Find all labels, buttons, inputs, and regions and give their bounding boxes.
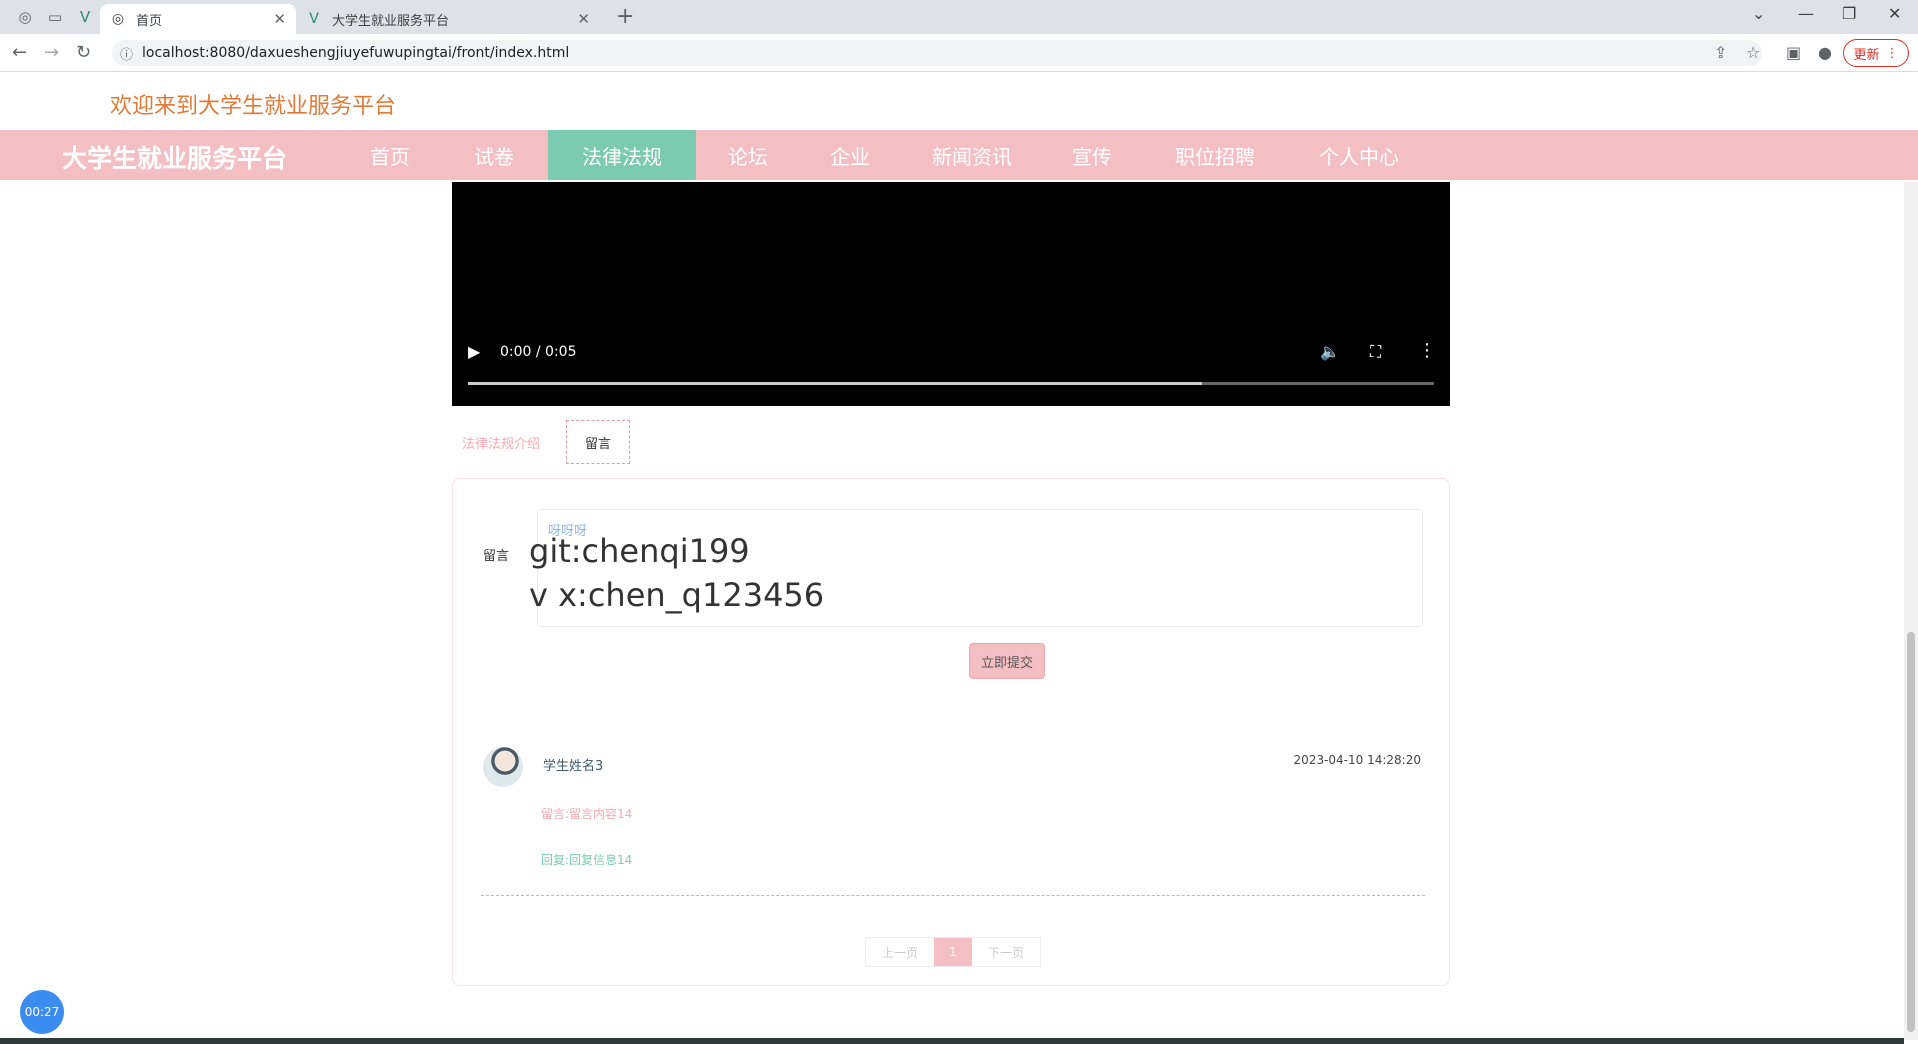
more-options-icon[interactable]: ⋮ (1418, 340, 1436, 361)
recording-timer-badge[interactable]: 00:27 (20, 990, 64, 1034)
nav-item-home[interactable]: 首页 (356, 130, 424, 180)
brand-title[interactable]: 大学生就业服务平台 (62, 139, 287, 175)
nav-item-company[interactable]: 企业 (816, 130, 884, 180)
detail-tabs: 法律法规介绍 留言 (452, 420, 1450, 464)
close-icon[interactable]: ✕ (577, 10, 590, 28)
divider (481, 895, 1425, 896)
sidepanel-icon[interactable]: ▣ (1786, 43, 1801, 62)
tab-search-icon[interactable]: ⌄ (1752, 4, 1765, 23)
video-time: 0:00 / 0:05 (500, 344, 577, 360)
bottom-strip (0, 1038, 1904, 1044)
fullscreen-icon[interactable]: ⛶ (1370, 342, 1381, 362)
overlay-line-2: v x:chen_q123456 (529, 576, 825, 614)
globe-icon: ◎ (111, 11, 125, 27)
update-label: 更新 (1853, 47, 1880, 63)
blank-tab-icon[interactable]: ▭ (40, 4, 70, 30)
tab-comments[interactable]: 留言 (566, 420, 630, 464)
nav-item-news[interactable]: 新闻资讯 (920, 130, 1024, 180)
pagination: 上一页 1 下一页 (865, 937, 1041, 967)
vue-logo-icon: V (309, 11, 319, 27)
nav-item-exam[interactable]: 试卷 (460, 130, 528, 180)
tab-title: 首页 (136, 13, 163, 29)
scrollbar-thumb[interactable] (1907, 632, 1915, 1032)
overlay-line-1: git:chenqi199 (529, 532, 750, 570)
star-icon[interactable]: ☆ (1746, 43, 1760, 62)
video-progress-bar[interactable] (468, 382, 1434, 385)
back-icon[interactable]: ← (12, 42, 27, 63)
comment-content: 留言:留言内容14 (541, 807, 633, 821)
tab-law-intro[interactable]: 法律法规介绍 (462, 420, 540, 464)
main-navbar: 大学生就业服务平台 首页 试卷 法律法规 论坛 企业 新闻资讯 宣传 职位招聘 … (0, 130, 1918, 180)
vue-logo-icon[interactable]: V (70, 4, 100, 30)
comment-panel: 留言 呀呀呀 git:chenqi199 v x:chen_q123456 立即… (452, 478, 1450, 986)
next-page-button[interactable]: 下一页 (972, 938, 1040, 966)
minimize-icon[interactable]: — (1798, 4, 1814, 23)
share-icon[interactable]: ⇪ (1714, 43, 1727, 62)
url-field[interactable]: ⓘ localhost:8080/daxueshengjiuyefuwuping… (112, 40, 1762, 66)
profile-icon[interactable]: ● (1818, 43, 1832, 62)
video-player[interactable]: ▶ 0:00 / 0:05 🔈 ⛶ ⋮ (452, 182, 1450, 406)
avatar (483, 747, 523, 787)
address-bar: ← → ↻ ⓘ localhost:8080/daxueshengjiuyefu… (0, 34, 1918, 72)
comment-time: 2023-04-10 14:28:20 (1293, 753, 1421, 767)
info-icon[interactable]: ⓘ (120, 44, 133, 63)
browser-tabbar: ◎ ▭ V ◎ 首页 ✕ V 大学生就业服务平台 ✕ + ⌄ — ❐ ✕ (0, 0, 1918, 34)
comment-label: 留言 (483, 549, 510, 564)
comment-author: 学生姓名3 (543, 759, 604, 774)
reload-icon[interactable]: ↻ (76, 42, 91, 63)
new-tab-icon[interactable]: + (616, 4, 634, 29)
page: 欢迎来到大学生就业服务平台 大学生就业服务平台 首页 试卷 法律法规 论坛 企业… (0, 72, 1918, 1044)
globe-icon[interactable]: ◎ (10, 4, 40, 30)
play-icon[interactable]: ▶ (468, 342, 480, 361)
tab-title: 大学生就业服务平台 (332, 13, 450, 29)
overlay-watermark-text: git:chenqi199 v x:chen_q123456 (529, 529, 824, 617)
nav-item-forum[interactable]: 论坛 (714, 130, 782, 180)
volume-icon[interactable]: 🔈 (1320, 342, 1340, 361)
prev-page-button[interactable]: 上一页 (866, 938, 934, 966)
current-page-button[interactable]: 1 (934, 938, 972, 966)
submit-button[interactable]: 立即提交 (969, 643, 1045, 679)
window-close-icon[interactable]: ✕ (1888, 4, 1901, 23)
restore-icon[interactable]: ❐ (1842, 4, 1856, 23)
comment-reply: 回复:回复信息14 (541, 853, 633, 867)
kebab-menu-icon: ⋮ (1885, 45, 1899, 61)
nav-item-profile[interactable]: 个人中心 (1304, 130, 1414, 180)
update-button[interactable]: 更新 ⋮ (1843, 39, 1909, 67)
welcome-text: 欢迎来到大学生就业服务平台 (110, 94, 397, 119)
nav-item-promo[interactable]: 宣传 (1058, 130, 1126, 180)
url-text: localhost:8080/daxueshengjiuyefuwupingta… (142, 45, 570, 61)
forward-icon[interactable]: → (44, 42, 59, 63)
close-icon[interactable]: ✕ (273, 10, 286, 28)
page-scrollbar[interactable] (1904, 182, 1918, 1040)
nav-item-laws[interactable]: 法律法规 (548, 130, 696, 180)
nav-item-jobs[interactable]: 职位招聘 (1160, 130, 1270, 180)
video-progress-fill (468, 382, 1203, 385)
browser-tab[interactable]: V 大学生就业服务平台 ✕ (296, 4, 600, 34)
browser-tab-active[interactable]: ◎ 首页 ✕ (100, 4, 296, 34)
